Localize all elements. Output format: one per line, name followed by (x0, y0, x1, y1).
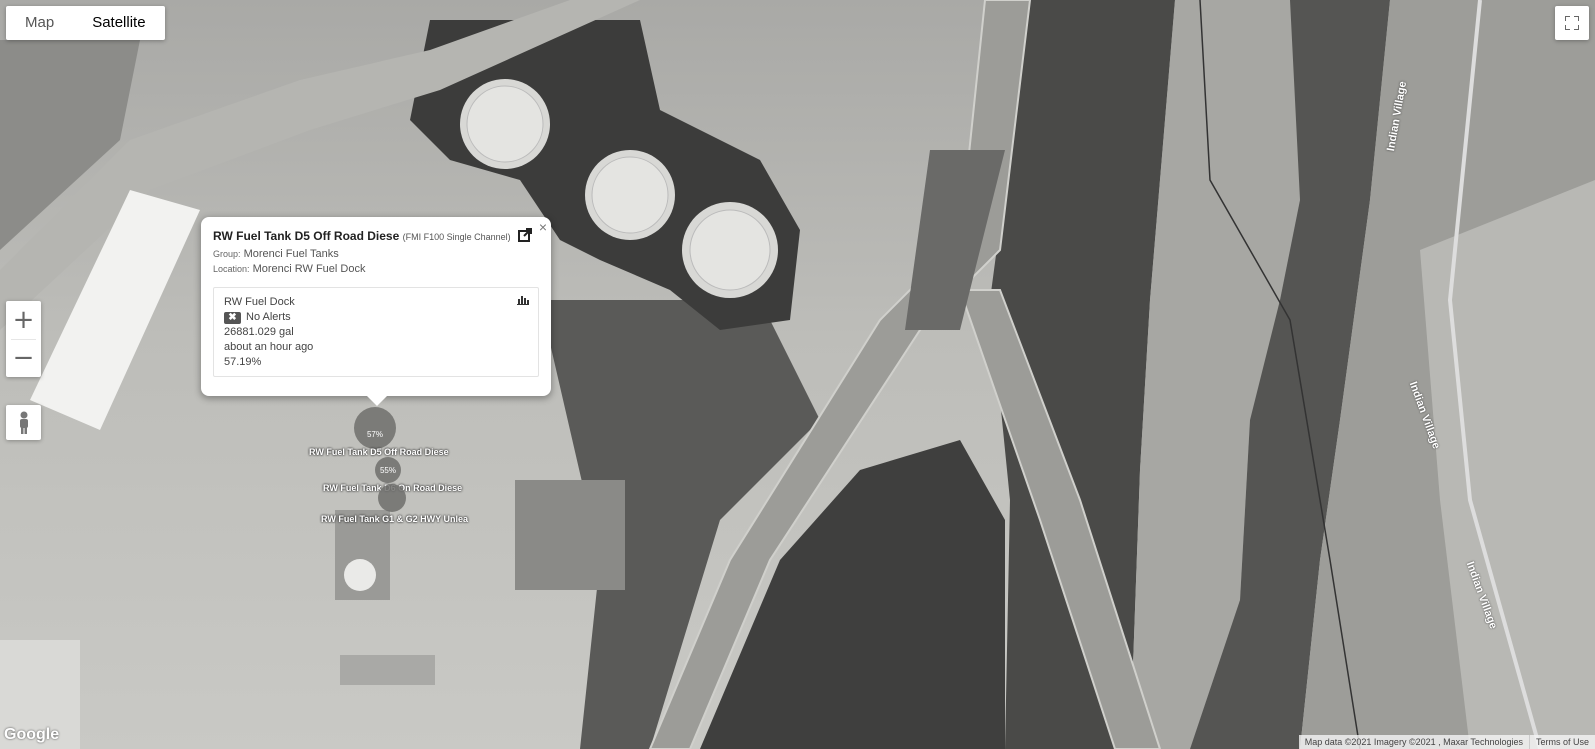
google-logo: Google (4, 726, 60, 743)
tank-marker-g1-g2[interactable] (378, 484, 406, 512)
tank-reading-card: RW Fuel Dock ✖ No Alerts 26881.029 gal a… (213, 287, 539, 377)
alert-text: No Alerts (246, 311, 291, 323)
group-label: Group: (213, 249, 241, 259)
tank-volume: 26881.029 gal (224, 326, 294, 338)
street-view-pegman[interactable] (6, 405, 41, 440)
location-value: Morenci RW Fuel Dock (252, 263, 366, 275)
popup-title: RW Fuel Tank D5 Off Road Diese (213, 229, 400, 243)
tank-marker-percent: 55% (379, 465, 396, 475)
terms-of-use-link[interactable]: Terms of Use (1528, 735, 1595, 749)
card-name: RW Fuel Dock (224, 296, 295, 308)
tank-marker-percent: 57% (366, 429, 383, 439)
popup-title-row: RW Fuel Tank D5 Off Road Diese (FMI F100… (213, 229, 539, 243)
satellite-map[interactable]: Indian Village Indian Village Indian Vil… (0, 0, 1595, 749)
tank-marker-label: RW Fuel Tank D5 Off Road Diese (309, 447, 449, 457)
close-button[interactable]: × (539, 219, 547, 235)
attribution-text: Map data ©2021 Imagery ©2021 , Maxar Tec… (1304, 737, 1523, 747)
info-window: × RW Fuel Tank D5 Off Road Diese (FMI F1… (201, 217, 551, 406)
zoom-control: + − (6, 301, 41, 377)
external-link-icon[interactable] (518, 228, 532, 242)
location-label: Location: (213, 264, 250, 274)
group-value: Morenci Fuel Tanks (243, 248, 339, 260)
pegman-icon (19, 411, 28, 434)
bar-chart-icon[interactable] (517, 295, 529, 305)
map-type-map-button[interactable]: Map (6, 6, 73, 40)
fill-percent: 57.19% (224, 356, 262, 368)
fullscreen-icon (1565, 16, 1579, 30)
zoom-out-button[interactable]: − (6, 339, 41, 377)
zoom-in-button[interactable]: + (6, 301, 41, 339)
alert-status: ✖ No Alerts (224, 310, 528, 325)
fullscreen-button[interactable] (1555, 6, 1589, 40)
map-attribution: Map data ©2021 Imagery ©2021 , Maxar Tec… (1298, 735, 1595, 749)
popup-subtitle: (FMI F100 Single Channel) (402, 232, 511, 242)
tank-marker-d6[interactable]: 55% (375, 457, 401, 483)
last-updated: about an hour ago (224, 341, 314, 353)
alert-badge-icon: ✖ (224, 311, 241, 324)
map-type-satellite-button[interactable]: Satellite (73, 6, 164, 40)
tank-marker-d5[interactable]: 57% (354, 407, 396, 449)
tank-marker-label: RW Fuel Tank G1 & G2 HWY Unlea (321, 514, 469, 524)
map-type-control: Map Satellite (6, 6, 165, 40)
popup-meta: Group: Morenci Fuel Tanks Location: More… (213, 247, 539, 277)
